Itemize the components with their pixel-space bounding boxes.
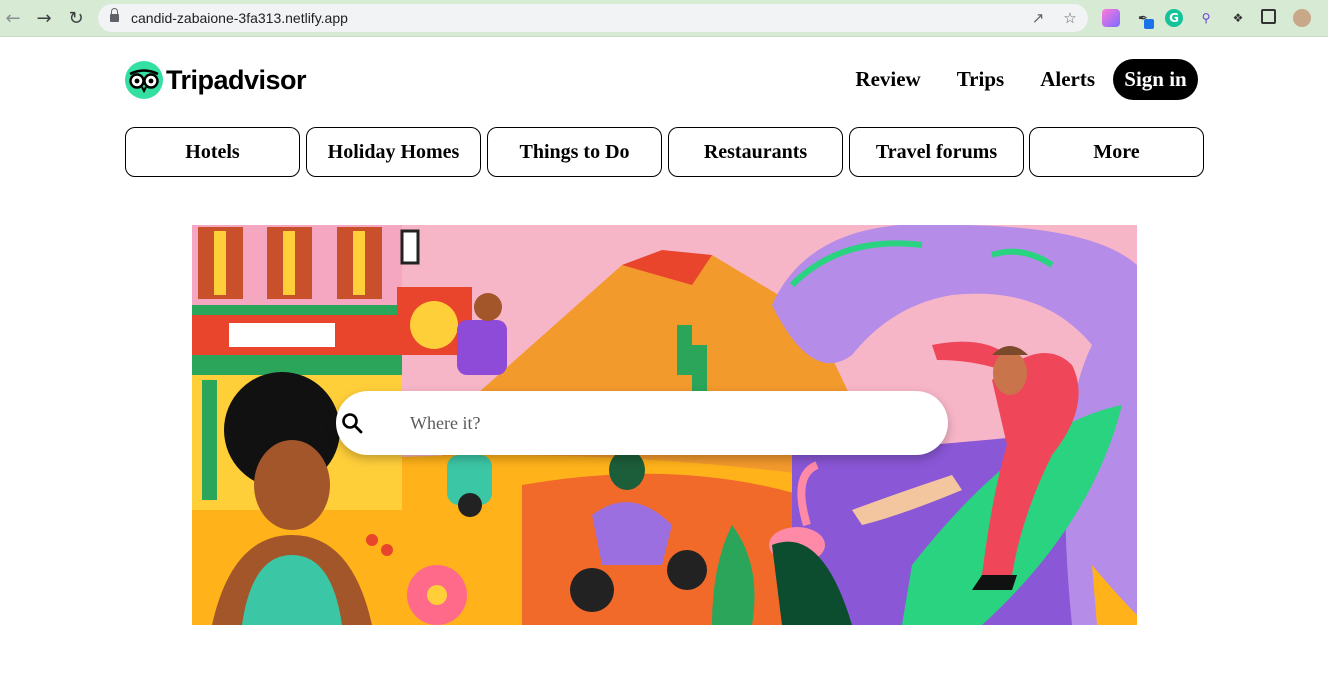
share-icon[interactable]: ↗: [1028, 8, 1048, 28]
lock-icon: [110, 8, 119, 23]
tab-hotels[interactable]: Hotels: [125, 127, 300, 177]
back-arrow-icon[interactable]: ←: [2, 7, 24, 29]
profile-avatar[interactable]: [1293, 9, 1311, 27]
grammarly-icon[interactable]: G: [1165, 9, 1183, 27]
top-navigation: Review Trips Alerts Sign in: [855, 59, 1198, 100]
tab-holiday-homes[interactable]: Holiday Homes: [306, 127, 481, 177]
tripadvisor-logo[interactable]: Tripadvisor: [125, 60, 307, 100]
nav-trips[interactable]: Trips: [957, 67, 1004, 92]
logo-text: Tripadvisor: [166, 64, 307, 95]
search-extension-icon[interactable]: ⚲: [1197, 9, 1215, 27]
sidebar-icon[interactable]: [1261, 9, 1276, 24]
extensions-puzzle-icon[interactable]: ❖: [1229, 9, 1247, 27]
tab-restaurants[interactable]: Restaurants: [668, 127, 843, 177]
nav-review[interactable]: Review: [855, 67, 920, 92]
sign-in-button[interactable]: Sign in: [1113, 59, 1198, 100]
url-text: candid-zabaione-3fa313.netlify.app: [131, 10, 348, 26]
bookmark-star-icon[interactable]: ☆: [1060, 8, 1080, 28]
extension-icon[interactable]: [1102, 9, 1120, 27]
forward-arrow-icon[interactable]: →: [33, 7, 55, 29]
reload-icon[interactable]: ↻: [65, 7, 87, 29]
address-bar[interactable]: candid-zabaione-3fa313.netlify.app ↗ ☆: [98, 4, 1088, 32]
browser-toolbar: ← → ↻ candid-zabaione-3fa313.netlify.app…: [0, 0, 1328, 37]
tab-things-to-do[interactable]: Things to Do: [487, 127, 662, 177]
search-input[interactable]: [410, 407, 910, 439]
owl-logo-icon: [125, 61, 163, 99]
category-tabs: Hotels Holiday Homes Things to Do Restau…: [125, 127, 1205, 177]
tab-travel-forums[interactable]: Travel forums: [849, 127, 1024, 177]
eyedropper-extension-icon[interactable]: ✒: [1134, 9, 1154, 29]
tab-more[interactable]: More: [1029, 127, 1204, 177]
search-bar[interactable]: [336, 391, 948, 455]
nav-alerts[interactable]: Alerts: [1040, 67, 1095, 92]
search-icon: [342, 413, 363, 434]
